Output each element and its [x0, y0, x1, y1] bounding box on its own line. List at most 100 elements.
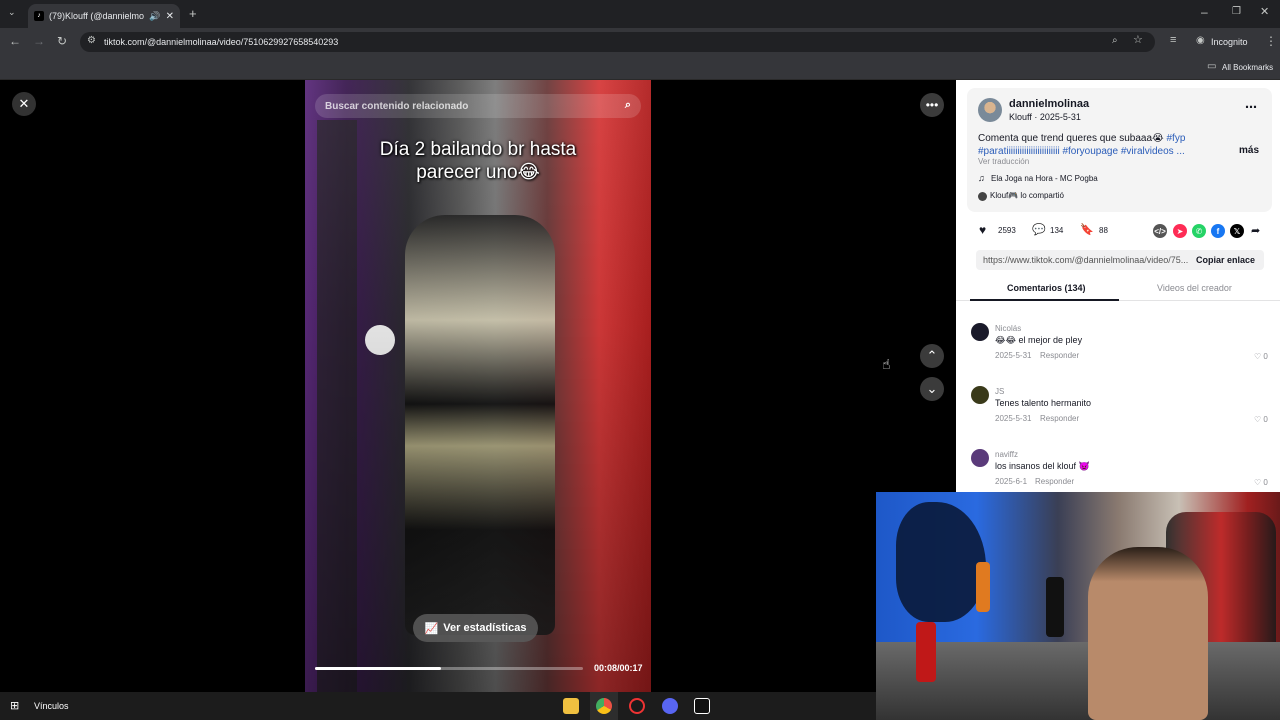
bookmarks-bar: ▭ All Bookmarks [0, 56, 1280, 80]
reply-button[interactable]: Responder [1040, 414, 1079, 423]
comment-text: los insanos del klouf 👿 [995, 461, 1090, 471]
profile-label[interactable]: Incognito [1211, 37, 1248, 47]
comment-date: 2025-5-31 [995, 351, 1032, 360]
nickname-date: Klouff · 2025-5-31 [1009, 112, 1081, 122]
bookmark-icon[interactable]: 🔖 [1080, 223, 1094, 236]
x-icon[interactable]: 𝕏 [1230, 224, 1244, 238]
menu-kebab-icon[interactable]: ⋮ [1265, 35, 1277, 47]
webcam-wall-map [896, 502, 986, 622]
bookmark-star-icon[interactable]: ☆ [1133, 35, 1143, 46]
caption-line-1: Día 2 bailando br hasta [379, 139, 577, 160]
tab-title: (79)Klouff (@dannielmolina [49, 11, 145, 21]
webcam-microphone [916, 622, 936, 682]
browser-tab[interactable]: ♪ (79)Klouff (@dannielmolina 🔊 ✕ [28, 4, 180, 28]
more-button[interactable]: más [1239, 145, 1259, 156]
comment-text: Tenes talento hermanito [995, 398, 1092, 408]
related-search-input[interactable]: Buscar contenido relacionado ⌕ [315, 94, 641, 118]
sharer-avatar [978, 192, 987, 201]
next-video-icon[interactable]: ⌄ [920, 377, 944, 401]
tab-comments[interactable]: Comentarios (134) [1007, 283, 1086, 293]
back-icon[interactable]: ← [9, 35, 21, 47]
whatsapp-icon[interactable]: ✆ [1192, 224, 1206, 238]
restore-icon[interactable]: ❐ [1232, 7, 1241, 17]
window-close-icon[interactable]: ✕ [1260, 7, 1269, 18]
comment-icon[interactable]: 💬 [1032, 223, 1046, 236]
forward-icon[interactable]: → [33, 35, 45, 47]
video-progress-fill [315, 667, 441, 670]
facebook-icon[interactable]: f [1211, 224, 1225, 238]
comment-avatar[interactable] [971, 449, 989, 467]
likes-count: 2593 [998, 226, 1016, 235]
windows-start-icon[interactable]: ⊞ [10, 699, 19, 712]
comment-like[interactable]: ♡ 0 [1254, 352, 1268, 361]
view-stats-button[interactable]: 📈 Ver estadísticas [413, 614, 538, 642]
reply-button[interactable]: Responder [1035, 477, 1074, 486]
tab-close-icon[interactable]: ✕ [166, 11, 174, 22]
post-more-icon[interactable]: ⋯ [1245, 100, 1257, 114]
all-bookmarks-label[interactable]: All Bookmarks [1222, 63, 1273, 72]
video-progress-bar[interactable] [315, 667, 583, 670]
webcam-thermos [1046, 577, 1064, 637]
taskbar: ⊞ Vínculos [0, 692, 876, 720]
comment-like[interactable]: ♡ 0 [1254, 415, 1268, 424]
related-search-placeholder: Buscar contenido relacionado [325, 100, 469, 112]
tab-search-icon[interactable]: ⌄ [8, 8, 16, 17]
translate-link[interactable]: Ver traducción [978, 157, 1029, 166]
comment-date: 2025-6-1 [995, 477, 1028, 486]
heart-icon[interactable]: ♥ [979, 223, 986, 237]
comments-count: 134 [1050, 226, 1064, 235]
folder-icon: ▭ [1207, 61, 1217, 72]
avatar[interactable] [978, 98, 1002, 122]
description-text: Comenta que trend queres que subaaa😭 [978, 133, 1164, 144]
copy-link-button[interactable]: Copiar enlace [1196, 255, 1255, 265]
active-app-highlight [590, 692, 618, 720]
comment-author[interactable]: naviffz [995, 450, 1018, 459]
tab-search-list-icon[interactable]: ≡ [1170, 35, 1176, 46]
minimize-icon[interactable]: – [1201, 6, 1208, 18]
vinculos-label[interactable]: Vínculos [34, 701, 69, 711]
comment-author[interactable]: Nicolás [995, 324, 1021, 333]
embed-icon[interactable]: </> [1153, 224, 1167, 238]
video-time: 00:08/00:17 [594, 663, 643, 673]
view-stats-label: Ver estadísticas [443, 622, 527, 634]
reply-button[interactable]: Responder [1040, 351, 1079, 360]
file-explorer-icon[interactable] [563, 698, 579, 714]
site-info-icon[interactable]: ⚙ [87, 36, 96, 46]
more-options-icon[interactable]: ••• [920, 93, 944, 117]
comment-like-count: 0 [1263, 415, 1268, 424]
zoom-search-icon[interactable]: ⌕ [1112, 36, 1118, 46]
address-bar[interactable]: ⚙ tiktok.com/@dannielmolinaa/video/75106… [80, 32, 1155, 52]
webcam-person [1088, 547, 1208, 720]
shared-by: Klouf🎮 lo compartió [990, 191, 1064, 200]
share-arrow-icon[interactable]: ➦ [1251, 224, 1260, 237]
reload-icon[interactable]: ↻ [57, 35, 67, 47]
hand-cursor-icon: ☝ [882, 356, 891, 372]
hashtags-line[interactable]: #paratiiiiiiiiiiiiiiiiiiiiiiii #foryoupa… [978, 146, 1185, 157]
video-link-text: https://www.tiktok.com/@dannielmolinaa/v… [983, 255, 1189, 265]
tiktok-favicon-icon: ♪ [34, 11, 44, 21]
comment-avatar[interactable] [971, 386, 989, 404]
comment-like-count: 0 [1263, 352, 1268, 361]
search-icon[interactable]: ⌕ [625, 99, 631, 112]
active-tab-indicator [970, 299, 1119, 301]
tab-creator-videos[interactable]: Videos del creador [1157, 283, 1232, 293]
comment-like[interactable]: ♡ 0 [1254, 478, 1268, 487]
previous-video-icon[interactable]: ⌃ [920, 344, 944, 368]
capcut-icon[interactable] [694, 698, 710, 714]
comment-text: 😂😂 el mejor de pley [995, 335, 1083, 345]
comment-author[interactable]: JS [995, 387, 1004, 396]
music-title[interactable]: Ela Joga na Hora - MC Pogba [991, 174, 1098, 183]
incognito-icon: ◉ [1196, 35, 1205, 46]
discord-icon[interactable] [662, 698, 678, 714]
send-icon[interactable]: ➤ [1173, 224, 1187, 238]
music-note-icon: ♫ [978, 173, 985, 183]
tab-audio-icon[interactable]: 🔊 [149, 11, 160, 22]
comment-avatar[interactable] [971, 323, 989, 341]
chart-line-icon: 📈 [424, 622, 439, 635]
close-video-icon[interactable]: ✕ [12, 92, 36, 116]
username[interactable]: dannielmolinaa [1009, 98, 1089, 110]
webcam-desk [876, 642, 1280, 720]
new-tab-icon[interactable]: + [189, 7, 197, 20]
obs-icon[interactable] [629, 698, 645, 714]
hashtag-fyp[interactable]: #fyp [1166, 133, 1185, 144]
